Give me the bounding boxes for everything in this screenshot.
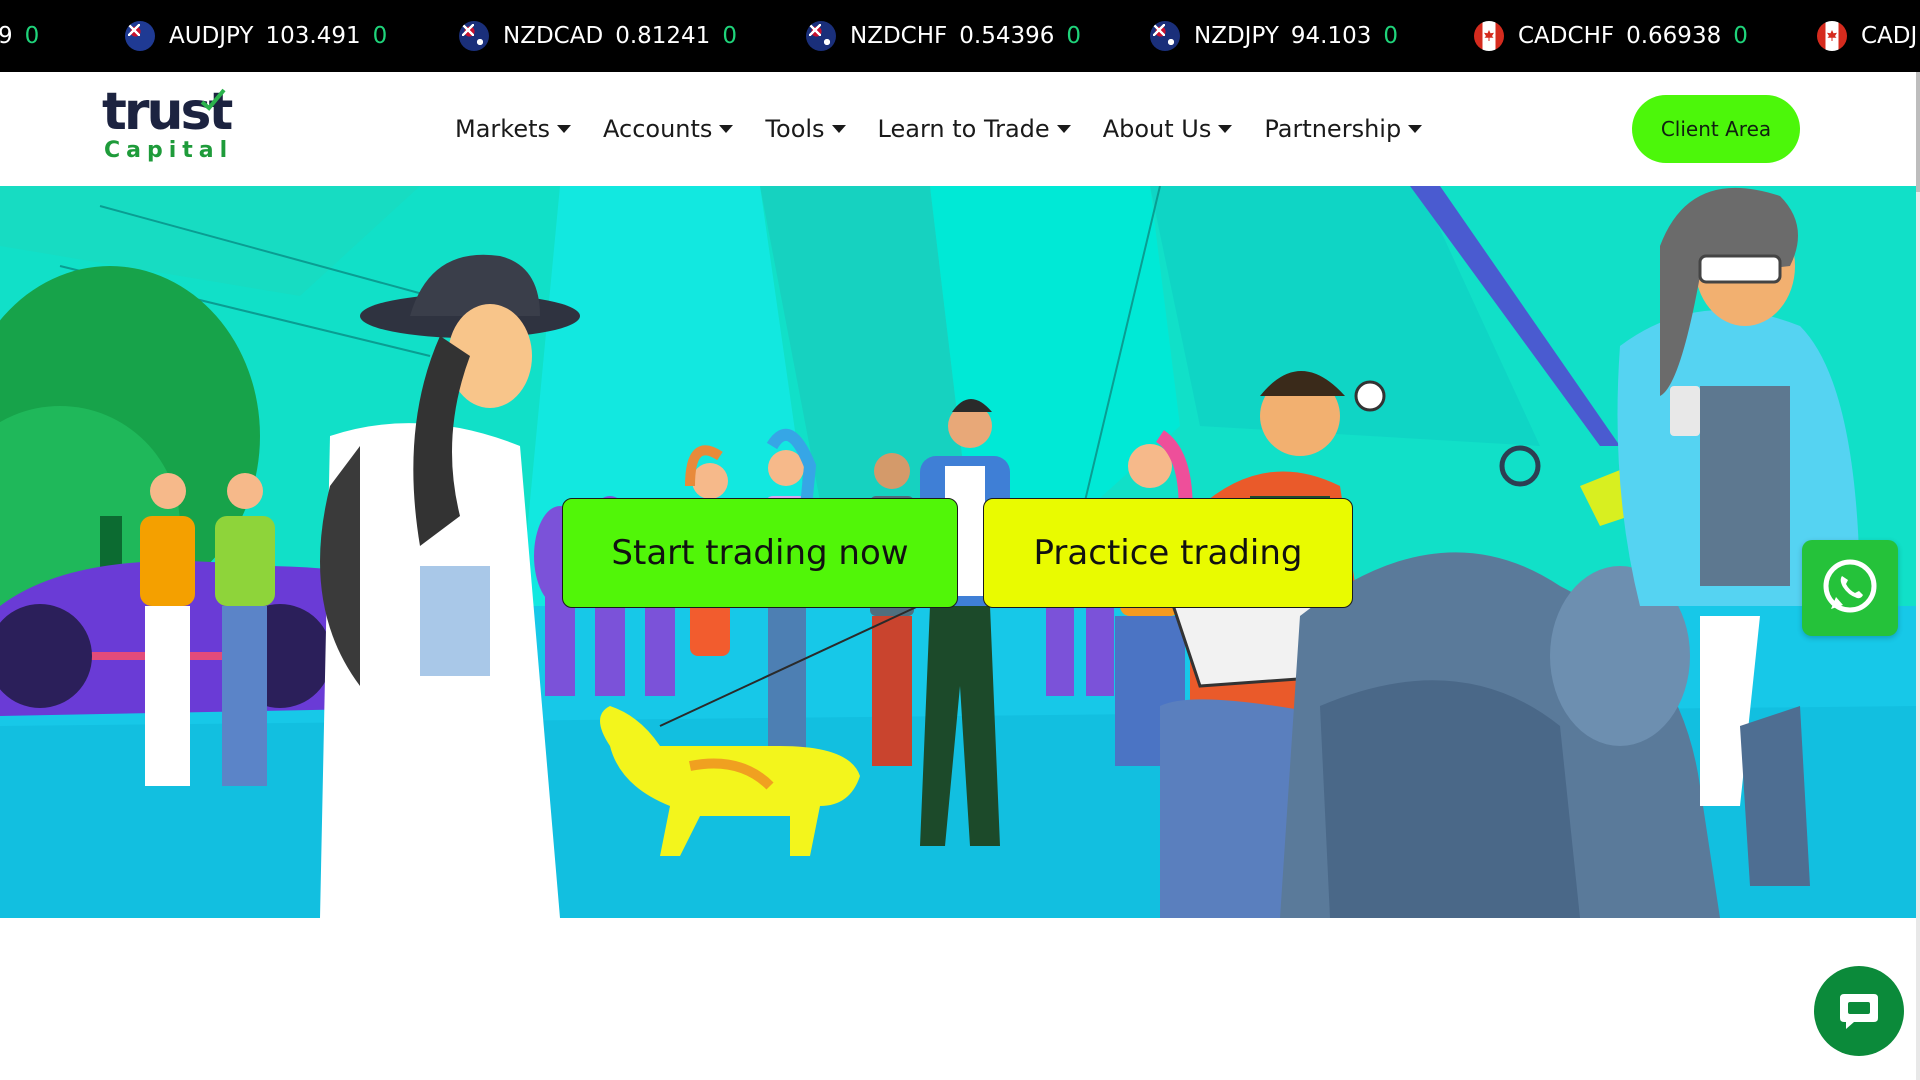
ticker-change: 0 [372,23,388,49]
client-area-button[interactable]: Client Area [1632,95,1800,163]
scrollbar-thumb[interactable] [1916,72,1920,192]
ticker-change: 0 [722,23,737,49]
nav-markets[interactable]: Markets [455,115,572,143]
ticker-symbol: NZDCAD [503,23,604,49]
ticker-symbol: NZDJPY [1194,23,1279,49]
canada-flag-icon [1817,21,1847,51]
whatsapp-button[interactable] [1802,540,1898,636]
whatsapp-icon [1823,559,1877,613]
canada-flag-icon [1474,21,1504,51]
ticker-item[interactable]: CADCHF 0.66938 0 [1474,0,1748,72]
ticker-value: 0.81241 [615,23,711,49]
nav-tools[interactable]: Tools [765,115,846,143]
hero-illustration [0,186,1916,918]
ticker-item: 9 0 [0,0,39,72]
nav-label: Accounts [603,115,713,143]
ticker-value: 0.66938 [1626,23,1722,49]
nav-label: About Us [1102,115,1212,143]
nav-about-us[interactable]: About Us [1103,115,1233,143]
ticker-item[interactable]: NZDCHF 0.54396 0 [806,0,1081,72]
nav-label: Partnership [1264,115,1402,143]
ticker-symbol: CADCHF [1518,23,1615,49]
logo-check-icon [200,88,226,111]
logo-subtitle: Capital [104,138,234,163]
caret-down-icon [557,125,572,133]
ticker-change: 0 [1066,23,1082,49]
new-zealand-flag-icon [459,21,489,51]
start-trading-button[interactable]: Start trading now [562,498,958,608]
ticker-value: 103.491 [265,23,361,49]
new-zealand-flag-icon [806,21,836,51]
caret-down-icon [1056,125,1071,133]
ticker-change: 0 [1733,23,1748,49]
ticker-change: 0 [24,23,40,49]
ticker-symbol: NZDCHF [850,23,948,49]
caret-down-icon [719,125,734,133]
page-scrollbar[interactable] [1916,72,1920,1080]
caret-down-icon [1408,125,1423,133]
site-header: trust Capital Markets Accounts Tools Lea… [0,72,1920,186]
ticker-value: 9 [0,23,13,49]
practice-trading-button[interactable]: Practice trading [983,498,1353,608]
hero-banner: Start trading now Practice trading [0,186,1916,918]
ticker-change: 0 [1383,23,1398,49]
ticker-item[interactable]: NZDJPY 94.103 0 [1150,0,1398,72]
chat-icon [1840,994,1878,1029]
caret-down-icon [831,125,846,133]
new-zealand-flag-icon [1150,21,1180,51]
nav-accounts[interactable]: Accounts [603,115,734,143]
ticker-symbol: AUDJPY [169,23,254,49]
ticker-symbol: CADJ [1861,23,1918,49]
australia-flag-icon [125,21,155,51]
nav-label: Learn to Trade [877,115,1050,143]
main-nav: Markets Accounts Tools Learn to Trade Ab… [455,72,1454,186]
trust-capital-logo[interactable]: trust Capital [100,84,240,174]
nav-label: Tools [765,115,825,143]
caret-down-icon [1218,125,1233,133]
nav-partnership[interactable]: Partnership [1264,115,1423,143]
ticker-value: 94.103 [1290,23,1372,49]
ticker-item[interactable]: CADJ [1817,0,1920,72]
nav-learn-to-trade[interactable]: Learn to Trade [878,115,1071,143]
ticker-item[interactable]: NZDCAD 0.81241 0 [459,0,737,72]
live-chat-button[interactable] [1814,966,1904,1056]
price-ticker: 9 0 AUDJPY 103.491 0 NZDCAD 0.81241 0 NZ… [0,0,1920,72]
nav-label: Markets [455,115,551,143]
ticker-item[interactable]: AUDJPY 103.491 0 [125,0,387,72]
ticker-value: 0.54396 [959,23,1055,49]
